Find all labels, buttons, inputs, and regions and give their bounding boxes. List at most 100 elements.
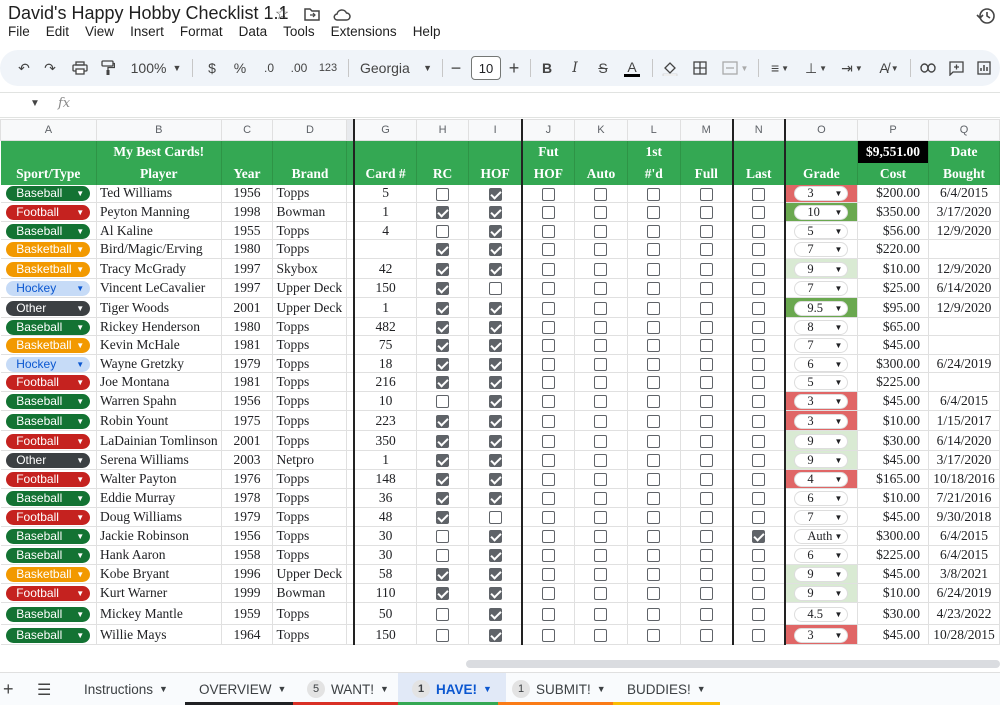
menu-data[interactable]: Data bbox=[239, 24, 268, 39]
sport-cell[interactable]: Football ▼ bbox=[0, 507, 97, 527]
sport-cell[interactable]: Other ▼ bbox=[0, 450, 97, 470]
rc-checkbox[interactable] bbox=[436, 395, 450, 409]
rc-checkbox[interactable] bbox=[436, 320, 450, 334]
first-full-checkbox[interactable] bbox=[699, 282, 713, 296]
header-cell[interactable]: RC bbox=[416, 162, 470, 185]
borders-icon[interactable] bbox=[688, 50, 712, 86]
date-bought-cell[interactable]: 6/14/2020 bbox=[928, 278, 1000, 298]
card-number-cell[interactable]: 110 bbox=[353, 583, 417, 603]
grade-cell[interactable]: 7 ▼ bbox=[783, 239, 859, 259]
hof-checkbox[interactable] bbox=[488, 187, 502, 201]
hof-checkbox[interactable] bbox=[488, 628, 502, 642]
redo-icon[interactable]: ↷ bbox=[38, 50, 62, 86]
hof-checkbox[interactable] bbox=[488, 376, 502, 390]
column-header[interactable]: G bbox=[353, 119, 417, 141]
column-header[interactable]: K bbox=[574, 119, 628, 141]
future-hof-checkbox[interactable] bbox=[541, 187, 555, 201]
header-cell[interactable] bbox=[0, 140, 97, 163]
auto-checkbox[interactable] bbox=[594, 243, 608, 257]
card-number-cell[interactable]: 18 bbox=[353, 354, 417, 373]
header-cell[interactable]: Card # bbox=[353, 162, 417, 185]
first-full-checkbox[interactable] bbox=[699, 414, 713, 428]
first-full-checkbox[interactable] bbox=[699, 395, 713, 409]
grade-cell[interactable]: 9.5 ▼ bbox=[783, 297, 859, 318]
brand-cell[interactable]: Topps bbox=[272, 602, 348, 625]
date-bought-cell[interactable]: 12/9/2020 bbox=[928, 258, 1000, 279]
brand-cell[interactable]: Topps bbox=[272, 391, 348, 411]
cost-cell[interactable]: $65.00 bbox=[857, 317, 929, 336]
header-cell[interactable]: HOF bbox=[468, 162, 523, 185]
name-box-dropdown-icon[interactable]: ▼ bbox=[30, 98, 40, 109]
horizontal-scrollbar[interactable] bbox=[466, 660, 1000, 668]
future-hof-checkbox[interactable] bbox=[541, 282, 555, 296]
auto-checkbox[interactable] bbox=[594, 587, 608, 601]
date-bought-cell[interactable]: 6/24/2019 bbox=[928, 354, 1000, 373]
header-cell[interactable]: Last bbox=[731, 162, 786, 185]
date-bought-cell[interactable]: 12/9/2020 bbox=[928, 297, 1000, 318]
grade-chip[interactable]: 7 ▼ bbox=[794, 242, 849, 257]
hof-checkbox[interactable] bbox=[488, 454, 502, 468]
brand-cell[interactable]: Topps bbox=[272, 488, 348, 508]
brand-cell[interactable]: Netpro bbox=[272, 450, 348, 470]
header-cell[interactable] bbox=[783, 140, 859, 163]
year-cell[interactable]: 2001 bbox=[221, 297, 274, 318]
grade-chip[interactable]: 9 ▼ bbox=[794, 586, 849, 601]
player-cell[interactable]: Kobe Bryant bbox=[96, 564, 222, 584]
card-number-cell[interactable]: 150 bbox=[353, 278, 417, 298]
sport-cell[interactable]: Baseball ▼ bbox=[0, 624, 97, 645]
header-cell[interactable]: Bought bbox=[928, 162, 1000, 185]
rc-checkbox[interactable] bbox=[436, 187, 450, 201]
brand-cell[interactable]: Topps bbox=[272, 430, 348, 451]
year-cell[interactable]: 1981 bbox=[221, 335, 274, 355]
cost-cell[interactable]: $200.00 bbox=[857, 184, 929, 203]
sheet-tab[interactable]: 1 SUBMIT! ▼ bbox=[498, 673, 620, 705]
year-cell[interactable]: 1998 bbox=[221, 202, 274, 222]
future-hof-checkbox[interactable] bbox=[541, 492, 555, 506]
date-bought-cell[interactable]: 9/30/2018 bbox=[928, 507, 1000, 527]
numbered-checkbox[interactable] bbox=[647, 224, 661, 238]
year-cell[interactable]: 1956 bbox=[221, 184, 274, 203]
sport-chip[interactable]: Baseball ▼ bbox=[6, 186, 91, 202]
first-last-checkbox[interactable] bbox=[752, 587, 766, 601]
add-sheet-icon[interactable]: + bbox=[3, 679, 14, 700]
hof-checkbox[interactable] bbox=[488, 357, 502, 371]
menu-format[interactable]: Format bbox=[180, 24, 223, 39]
sport-chip[interactable]: Basketball ▼ bbox=[6, 261, 91, 277]
date-bought-cell[interactable]: 1/15/2017 bbox=[928, 410, 1000, 431]
column-header[interactable]: I bbox=[468, 119, 523, 141]
future-hof-checkbox[interactable] bbox=[541, 395, 555, 409]
sport-chip[interactable]: Football ▼ bbox=[6, 205, 91, 220]
sport-cell[interactable]: Hockey ▼ bbox=[0, 278, 97, 298]
rc-checkbox[interactable] bbox=[436, 511, 450, 525]
header-cell[interactable]: Auto bbox=[574, 162, 628, 185]
card-number-cell[interactable]: 1 bbox=[353, 297, 417, 318]
numbered-checkbox[interactable] bbox=[647, 357, 661, 371]
first-full-checkbox[interactable] bbox=[699, 187, 713, 201]
card-number-cell[interactable]: 48 bbox=[353, 507, 417, 527]
player-cell[interactable]: Jackie Robinson bbox=[96, 526, 222, 546]
date-bought-cell[interactable]: 6/4/2015 bbox=[928, 184, 1000, 203]
auto-checkbox[interactable] bbox=[594, 511, 608, 525]
sport-chip[interactable]: Baseball ▼ bbox=[6, 223, 91, 239]
sheet-tab[interactable]: 5 WANT! ▼ bbox=[293, 673, 403, 705]
menu-view[interactable]: View bbox=[85, 24, 114, 39]
header-cell[interactable]: #'d bbox=[627, 162, 681, 185]
sport-cell[interactable]: Football ▼ bbox=[0, 583, 97, 603]
header-cell[interactable] bbox=[731, 140, 786, 163]
card-number-cell[interactable]: 482 bbox=[353, 317, 417, 336]
numbered-checkbox[interactable] bbox=[647, 549, 661, 563]
first-full-checkbox[interactable] bbox=[699, 262, 713, 276]
rc-checkbox[interactable] bbox=[436, 454, 450, 468]
brand-cell[interactable]: Topps bbox=[272, 526, 348, 546]
player-cell[interactable]: Rickey Henderson bbox=[96, 317, 222, 336]
cost-cell[interactable]: $45.00 bbox=[857, 507, 929, 527]
year-cell[interactable]: 1955 bbox=[221, 221, 274, 240]
rc-checkbox[interactable] bbox=[436, 473, 450, 487]
first-last-checkbox[interactable] bbox=[752, 357, 766, 371]
grade-cell[interactable]: 7 ▼ bbox=[783, 507, 859, 527]
player-cell[interactable]: Bird/Magic/Erving bbox=[96, 239, 222, 259]
brand-cell[interactable]: Bowman bbox=[272, 202, 348, 222]
future-hof-checkbox[interactable] bbox=[541, 206, 555, 220]
header-cell[interactable]: HOF bbox=[520, 162, 576, 185]
card-number-cell[interactable]: 10 bbox=[353, 391, 417, 411]
